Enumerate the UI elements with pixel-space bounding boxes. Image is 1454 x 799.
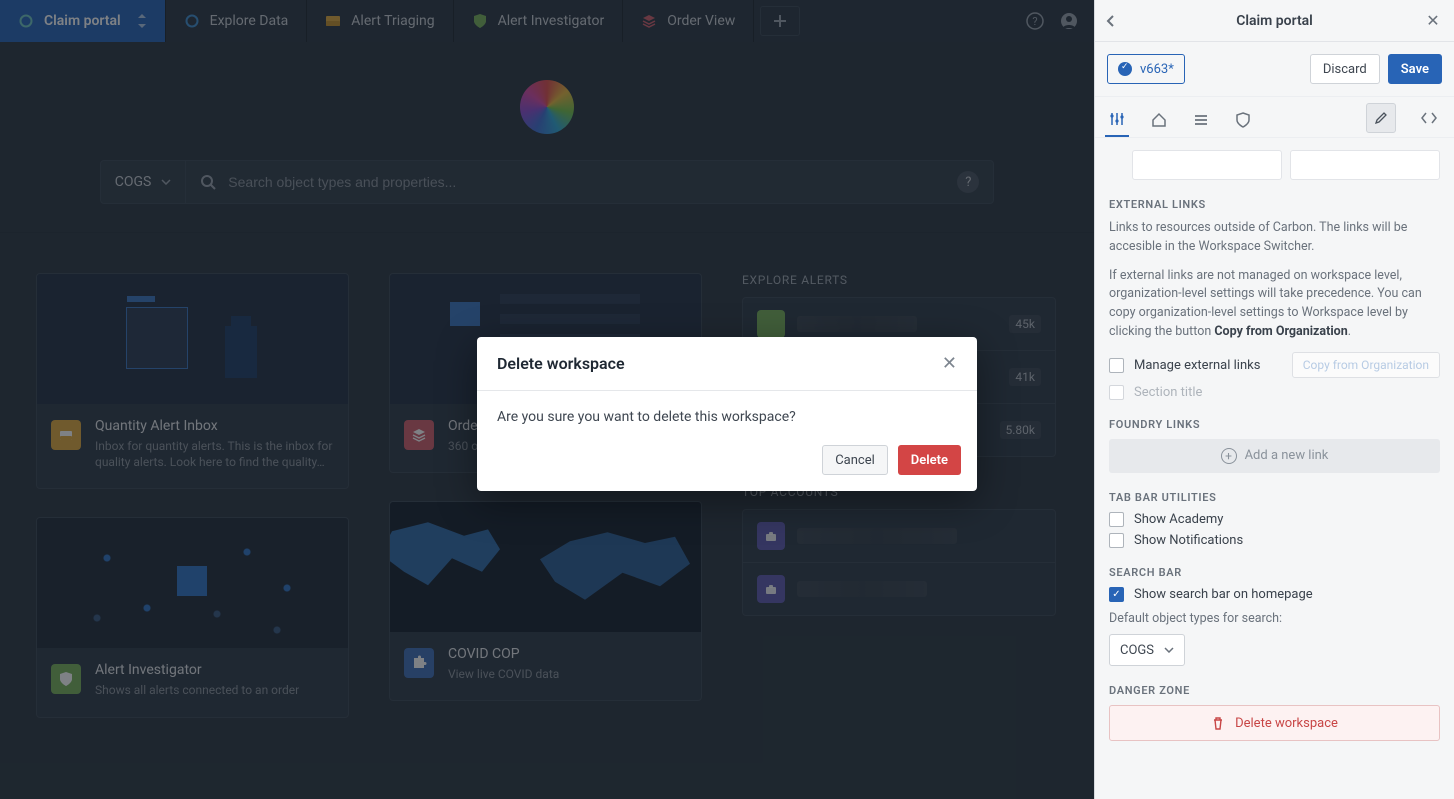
save-button[interactable]: Save: [1388, 54, 1442, 84]
modal-title: Delete workspace: [497, 354, 625, 373]
modal-body: Are you sure you want to delete this wor…: [477, 391, 977, 431]
check-icon: [1118, 62, 1132, 76]
external-links-heading: EXTERNAL LINKS: [1109, 198, 1440, 211]
danger-zone-heading: DANGER ZONE: [1109, 684, 1440, 697]
delete-button[interactable]: Delete: [898, 445, 961, 475]
default-types-label: Default object types for search:: [1109, 610, 1440, 629]
show-academy-checkbox[interactable]: Show Academy: [1109, 512, 1440, 527]
tabbar-utils-heading: TAB BAR UTILITIES: [1109, 491, 1440, 504]
delete-workspace-button[interactable]: Delete workspace: [1109, 705, 1440, 741]
searchbar-heading: SEARCH BAR: [1109, 566, 1440, 579]
show-notifications-checkbox[interactable]: Show Notifications: [1109, 533, 1440, 548]
sliders-icon[interactable]: [1105, 103, 1129, 137]
placeholder-input[interactable]: [1132, 150, 1282, 180]
foundry-links-heading: FOUNDRY LINKS: [1109, 418, 1440, 431]
home-icon[interactable]: [1147, 103, 1171, 137]
back-icon[interactable]: [1105, 15, 1127, 27]
show-searchbar-checkbox[interactable]: ✓Show search bar on homepage: [1109, 587, 1440, 602]
close-icon[interactable]: ✕: [942, 353, 957, 374]
version-label: v663*: [1140, 62, 1174, 77]
placeholder-input[interactable]: [1290, 150, 1440, 180]
add-new-link-button[interactable]: + Add a new link: [1109, 439, 1440, 473]
trash-icon: [1211, 716, 1225, 730]
plus-icon: +: [1221, 448, 1237, 464]
version-chip[interactable]: v663*: [1107, 54, 1185, 84]
code-icon[interactable]: [1414, 103, 1444, 133]
close-icon[interactable]: ✕: [1422, 11, 1444, 30]
external-links-note: If external links are not managed on wor…: [1109, 267, 1440, 342]
cancel-button[interactable]: Cancel: [822, 445, 888, 475]
settings-panel: Claim portal ✕ v663* Discard Save EXTERN…: [1094, 0, 1454, 799]
chevron-down-icon: [1164, 647, 1174, 653]
manage-external-links-checkbox[interactable]: Manage external links: [1109, 358, 1260, 373]
edit-icon[interactable]: [1366, 103, 1396, 133]
delete-workspace-modal: Delete workspace ✕ Are you sure you want…: [477, 337, 977, 491]
shield-icon[interactable]: [1231, 103, 1255, 137]
list-icon[interactable]: [1189, 103, 1213, 137]
external-links-desc: Links to resources outside of Carbon. Th…: [1109, 219, 1440, 257]
copy-from-org-button[interactable]: Copy from Organization: [1292, 352, 1440, 378]
main-app-area: Claim portal Explore Data Alert Triaging…: [0, 0, 1094, 799]
default-type-select[interactable]: COGS: [1109, 634, 1185, 666]
panel-title: Claim portal: [1127, 13, 1422, 29]
discard-button[interactable]: Discard: [1310, 54, 1380, 84]
section-title-checkbox[interactable]: Section title: [1109, 385, 1440, 400]
